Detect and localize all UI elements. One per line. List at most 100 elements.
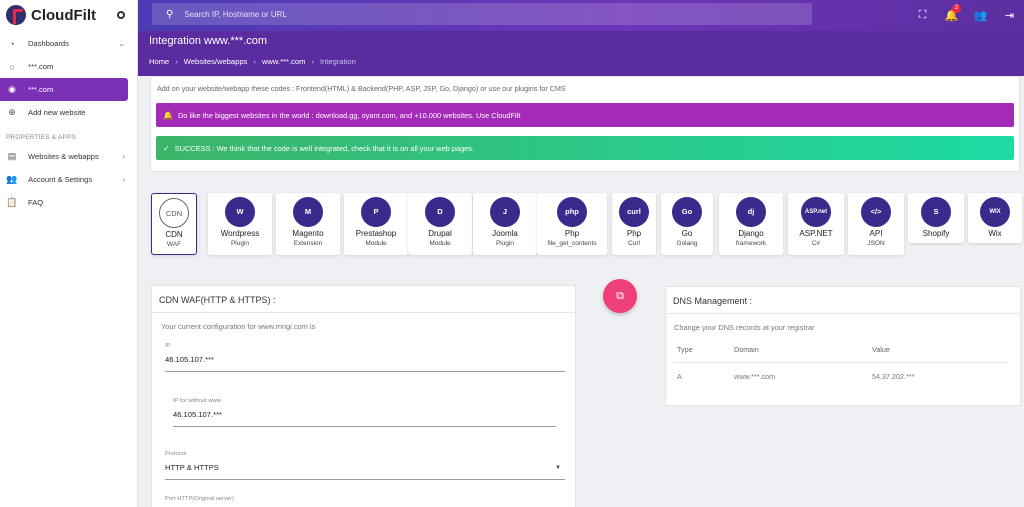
breadcrumb-websites[interactable]: Websites/webapps bbox=[184, 57, 248, 66]
ip-without-www-field[interactable]: IP for without www 46.105.107.*** bbox=[173, 398, 556, 427]
php-icon: php bbox=[557, 197, 587, 227]
ip-field[interactable]: IP 46.105.107.*** bbox=[165, 343, 565, 372]
sidebar-item-add-website[interactable]: ⊕ Add new website bbox=[0, 101, 137, 124]
protocol-select[interactable]: Protocol HTTP & HTTPS ▼ bbox=[165, 451, 565, 480]
prestashop-icon: P bbox=[361, 197, 391, 227]
tile-api-json[interactable]: </> API JSON bbox=[848, 193, 904, 255]
wordpress-icon: W bbox=[225, 197, 255, 227]
tile-django[interactable]: dj Django framework bbox=[719, 193, 783, 255]
cdn-card-subtitle: Your current configuration for www.mrigi… bbox=[161, 322, 316, 331]
ip-without-www-label: IP for without www bbox=[173, 398, 221, 404]
integration-info-text: Add on your website/webapp these codes :… bbox=[157, 84, 566, 93]
sidebar-item-label: Dashboards bbox=[28, 39, 69, 48]
column-header-value: Value bbox=[872, 345, 890, 354]
chevron-down-icon: ⌄ bbox=[118, 39, 125, 48]
sidebar-item-label: Account & Settings bbox=[28, 175, 93, 184]
sidebar-item-faq[interactable]: 📋 FAQ bbox=[0, 191, 137, 214]
magento-icon: M bbox=[293, 197, 323, 227]
logout-icon[interactable]: ⇥ bbox=[995, 9, 1024, 22]
table-header: Type Domain Value bbox=[674, 340, 1007, 363]
tile-prestashop[interactable]: P Prestashop Module bbox=[344, 193, 408, 255]
sidebar-item-websites[interactable]: ▤ Websites & webapps › bbox=[0, 145, 137, 168]
tile-label: Magento bbox=[292, 229, 324, 238]
tile-label: Wix bbox=[988, 229, 1002, 238]
tile-go[interactable]: Go Go Golang bbox=[661, 193, 713, 255]
support-fab-button[interactable]: ⧉ bbox=[603, 279, 637, 313]
tile-sublabel: Curl bbox=[628, 240, 640, 247]
tile-label: Prestashop bbox=[355, 229, 397, 238]
breadcrumb-home[interactable]: Home bbox=[149, 57, 169, 66]
go-icon: Go bbox=[672, 197, 702, 227]
bell-icon[interactable]: 🔔 2 bbox=[937, 4, 966, 22]
breadcrumb: Home › Websites/webapps › www.***.com › … bbox=[149, 57, 362, 66]
integration-tiles: CDN CDN WAF W Wordpress Plugin M Magento… bbox=[151, 193, 1023, 255]
tile-shopify[interactable]: S Shopify bbox=[908, 193, 964, 243]
dns-card-title: DNS Management : bbox=[673, 296, 753, 306]
web-icon: ▤ bbox=[7, 151, 17, 161]
breadcrumb-current: Integration bbox=[319, 57, 356, 66]
dns-domain: www.***.com bbox=[734, 372, 776, 381]
radio-checked-icon: ◉ bbox=[8, 84, 16, 94]
search-input[interactable]: ⚲ Search IP, Hostname or URL bbox=[152, 3, 812, 25]
sidebar-item-label: ***.com bbox=[28, 85, 54, 94]
sidebar-toggle-icon[interactable] bbox=[117, 11, 125, 19]
app-name: CloudFilt bbox=[31, 6, 96, 24]
sidebar-item-site-2[interactable]: ◉ ***.com bbox=[0, 78, 128, 101]
tile-sublabel: JSON bbox=[867, 240, 885, 247]
tile-wix[interactable]: WIX Wix bbox=[968, 193, 1022, 243]
fullscreen-icon[interactable]: ⛶ bbox=[908, 9, 937, 22]
table-row: A www.***.com 54.37.202.*** bbox=[674, 367, 1007, 390]
success-alert-text: SUCCESS : We think that the code is well… bbox=[174, 143, 475, 153]
breadcrumb-separator: › bbox=[175, 57, 178, 66]
breadcrumb-separator: › bbox=[253, 57, 256, 66]
tile-sublabel: file_get_contents bbox=[547, 240, 597, 247]
sidebar-item-site-1[interactable]: ○ ***.com bbox=[0, 55, 137, 78]
page-title: Integration www.***.com bbox=[149, 35, 267, 47]
breadcrumb-site[interactable]: www.***.com bbox=[262, 57, 305, 66]
search-icon: ⚲ bbox=[166, 8, 174, 20]
caret-down-icon: ▼ bbox=[555, 465, 561, 471]
tile-label: ASP.NET bbox=[799, 229, 833, 238]
sidebar-item-dashboards[interactable]: ◔ Dashboards ⌄ bbox=[0, 32, 137, 55]
column-header-domain: Domain bbox=[734, 345, 759, 354]
tile-drupal[interactable]: D Drupal Module bbox=[408, 193, 472, 255]
tile-sublabel: Extension bbox=[293, 240, 323, 247]
sidebar-item-label: Add new website bbox=[28, 108, 86, 117]
django-icon: dj bbox=[736, 197, 766, 227]
tile-label: Go bbox=[681, 229, 693, 238]
tile-label: Drupal bbox=[428, 229, 452, 238]
dns-card-subtitle: Change your DNS records at your registra… bbox=[674, 323, 815, 332]
shopify-icon: S bbox=[921, 197, 951, 227]
tile-label: Php bbox=[626, 229, 642, 238]
ip-without-www-value: 46.105.107.*** bbox=[173, 410, 556, 427]
divider bbox=[666, 313, 1020, 314]
cdn-waf-card: CDN WAF(HTTP & HTTPS) : Your current con… bbox=[151, 285, 576, 507]
sidebar-item-account[interactable]: 👥 Account & Settings › bbox=[0, 168, 137, 191]
tile-sublabel: framework bbox=[735, 240, 767, 247]
tile-magento[interactable]: M Magento Extension bbox=[276, 193, 340, 255]
tile-aspnet[interactable]: ASP.net ASP.NET C# bbox=[788, 193, 844, 255]
tile-wordpress[interactable]: W Wordpress Plugin bbox=[208, 193, 272, 255]
tile-php-file-get-contents[interactable]: php Php file_get_contents bbox=[537, 193, 607, 255]
tile-php-curl[interactable]: curl Php Curl bbox=[612, 193, 656, 255]
tile-sublabel: C# bbox=[811, 240, 821, 247]
tile-label: API bbox=[869, 229, 883, 238]
tile-joomla[interactable]: J Joomla Plugin bbox=[473, 193, 537, 255]
users-icon: 👥 bbox=[6, 174, 18, 184]
port-http-label: Port HTTP(Original server) bbox=[165, 496, 234, 502]
tile-label: CDN bbox=[165, 230, 183, 239]
users-icon[interactable]: 👥 bbox=[966, 9, 995, 22]
tile-sublabel: Module bbox=[365, 240, 387, 247]
screen-icon: ⧉ bbox=[616, 290, 624, 302]
port-http-field[interactable]: Port HTTP(Original server) bbox=[165, 496, 565, 502]
divider bbox=[152, 312, 575, 313]
sidebar-item-label: ***.com bbox=[28, 62, 54, 71]
check-icon: ✓ bbox=[163, 143, 170, 153]
protocol-value: HTTP & HTTPS bbox=[165, 463, 219, 472]
cdn-card-title: CDN WAF(HTTP & HTTPS) : bbox=[159, 295, 276, 305]
chevron-right-icon: › bbox=[122, 175, 125, 184]
gauge-icon: ◔ bbox=[9, 38, 15, 49]
tile-cdn-waf[interactable]: CDN CDN WAF bbox=[151, 193, 197, 255]
bell-icon: 🔔 bbox=[163, 110, 173, 120]
aspnet-icon: ASP.net bbox=[801, 197, 831, 227]
